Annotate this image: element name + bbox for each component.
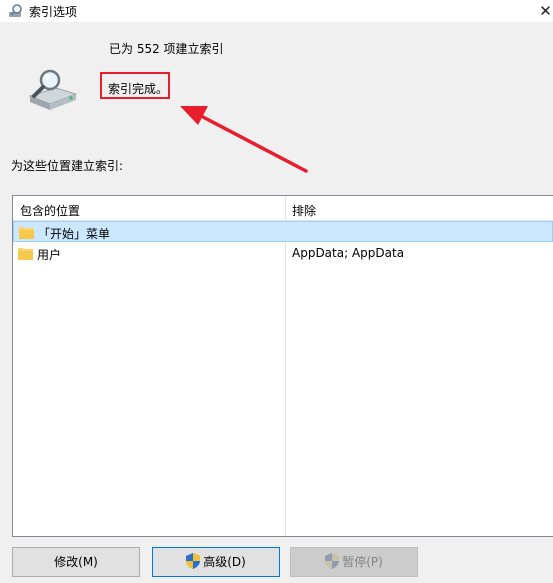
title-bar: 索引选项 ✕ xyxy=(0,0,553,22)
pause-button[interactable]: 暂停(P) xyxy=(290,547,418,577)
close-icon[interactable]: ✕ xyxy=(538,1,553,21)
indexing-options-icon xyxy=(9,4,22,17)
location-name: 用户 xyxy=(37,248,62,262)
indexed-count-text: 已为 552 项建立索引 xyxy=(109,42,224,56)
uac-shield-icon xyxy=(325,553,340,569)
advanced-button-label: 高级(D) xyxy=(203,555,246,569)
advanced-button[interactable]: 高级(D) xyxy=(152,547,280,577)
location-name: 「开始」菜单 xyxy=(38,227,111,241)
pause-button-label: 暂停(P) xyxy=(342,555,383,569)
folder-icon xyxy=(18,248,33,260)
modify-button-label: 修改(M) xyxy=(54,555,98,569)
column-header-exclude[interactable]: 排除 xyxy=(292,202,316,219)
search-drive-icon xyxy=(28,69,78,110)
locations-list[interactable]: 包含的位置 排除 「开始」菜单 用户 AppData; AppData xyxy=(12,195,553,537)
list-header: 包含的位置 排除 xyxy=(13,196,553,221)
status-message: 索引完成。 xyxy=(108,82,169,96)
folder-icon xyxy=(19,227,34,239)
list-item[interactable]: 用户 AppData; AppData xyxy=(13,243,553,264)
location-exclude: AppData; AppData xyxy=(292,246,405,260)
window-title: 索引选项 xyxy=(29,5,78,19)
column-header-included[interactable]: 包含的位置 xyxy=(20,202,80,219)
list-item[interactable]: 「开始」菜单 xyxy=(13,221,553,242)
modify-button[interactable]: 修改(M) xyxy=(12,547,140,577)
locations-label: 为这些位置建立索引: xyxy=(11,159,124,173)
uac-shield-icon xyxy=(186,553,201,569)
